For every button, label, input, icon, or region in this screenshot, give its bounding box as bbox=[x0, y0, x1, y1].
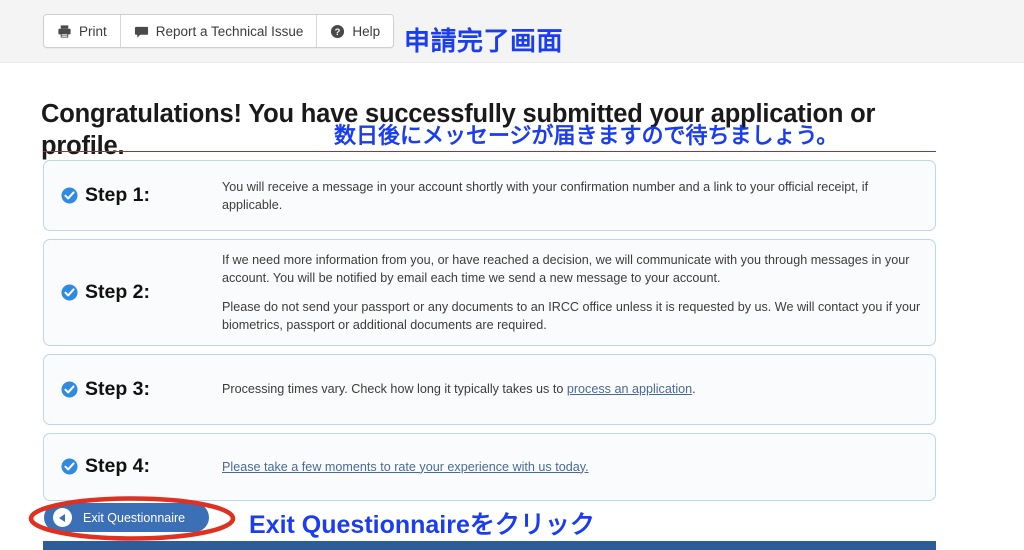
step-2-label-cell: Step 2: bbox=[44, 248, 222, 337]
step-3-label-cell: Step 3: bbox=[44, 363, 222, 416]
step-3-label-text: Step 3: bbox=[85, 377, 151, 400]
rate-your-experience-link[interactable]: Please take a few moments to rate your e… bbox=[222, 459, 921, 477]
step-3-text-before-link: Processing times vary. Check how long it… bbox=[222, 382, 567, 397]
step-2-label: Step 2: bbox=[61, 281, 150, 304]
step-box-3: Step 3: Processing times vary. Check how… bbox=[43, 353, 936, 425]
check-circle-icon bbox=[61, 187, 78, 204]
step-1-label-cell: Step 1: bbox=[44, 169, 222, 222]
process-an-application-link[interactable]: process an application bbox=[567, 382, 692, 396]
check-circle-icon bbox=[61, 458, 78, 475]
step-3-label: Step 3: bbox=[61, 378, 150, 401]
annotation-wait-for-message: 数日後にメッセージが届きますので待ちましょう。 bbox=[334, 123, 839, 148]
exit-questionnaire-button[interactable]: Exit Questionnaire bbox=[44, 503, 210, 532]
step-4-label: Step 4: bbox=[61, 455, 150, 478]
help-button[interactable]: ? Help bbox=[317, 15, 394, 47]
step-4-body: Please take a few moments to rate your e… bbox=[222, 442, 935, 492]
check-circle-icon bbox=[61, 284, 78, 301]
annotation-screen-title: 申請完了画面 bbox=[404, 26, 564, 56]
step-1-label-text: Step 1: bbox=[85, 184, 151, 206]
print-button[interactable]: Print bbox=[44, 15, 121, 47]
step-4-label-text: Step 4: bbox=[85, 455, 151, 477]
title-divider bbox=[43, 151, 936, 152]
step-2-body: If we need more information from you, or… bbox=[222, 248, 935, 337]
printer-icon bbox=[57, 24, 72, 39]
report-technical-issue-button-label: Report a Technical Issue bbox=[155, 23, 304, 39]
print-button-label: Print bbox=[79, 23, 107, 39]
exit-questionnaire-button-label: Exit Questionnaire bbox=[83, 510, 186, 525]
step-3-text-after-link: . bbox=[692, 382, 696, 397]
step-box-2: Step 2: If we need more information from… bbox=[43, 239, 936, 346]
speech-bubble-icon bbox=[134, 24, 149, 39]
back-arrow-icon bbox=[53, 508, 72, 527]
step-2-paragraph-1: If we need more information from you, or… bbox=[222, 253, 910, 285]
question-mark-circle-icon: ? bbox=[330, 24, 345, 39]
step-4-label-cell: Step 4: bbox=[44, 442, 222, 492]
step-2-paragraph-2: Please do not send your passport or any … bbox=[222, 299, 921, 332]
check-circle-icon bbox=[61, 380, 78, 398]
toolbar-button-group: Print Report a Technical Issue ? Help bbox=[43, 14, 395, 48]
step-1-body: You will receive a message in your accou… bbox=[222, 169, 935, 222]
step-box-4: Step 4: Please take a few moments to rat… bbox=[43, 432, 936, 501]
step-3-paragraph-1: Processing times vary. Check how long it… bbox=[222, 381, 921, 399]
help-button-label: Help bbox=[352, 23, 381, 39]
footer-bar bbox=[43, 541, 936, 550]
step-1-paragraph-1: You will receive a message in your accou… bbox=[222, 179, 869, 212]
svg-text:?: ? bbox=[335, 26, 341, 36]
step-1-label: Step 1: bbox=[61, 184, 150, 207]
step-box-1: Step 1: You will receive a message in yo… bbox=[43, 160, 936, 231]
report-technical-issue-button[interactable]: Report a Technical Issue bbox=[120, 15, 318, 47]
steps-list: Step 1: You will receive a message in yo… bbox=[43, 160, 936, 509]
annotation-click-exit-questionnaire: Exit Questionnaireをクリック bbox=[249, 511, 595, 539]
step-2-label-text: Step 2: bbox=[85, 280, 151, 303]
step-3-body: Processing times vary. Check how long it… bbox=[222, 363, 935, 416]
